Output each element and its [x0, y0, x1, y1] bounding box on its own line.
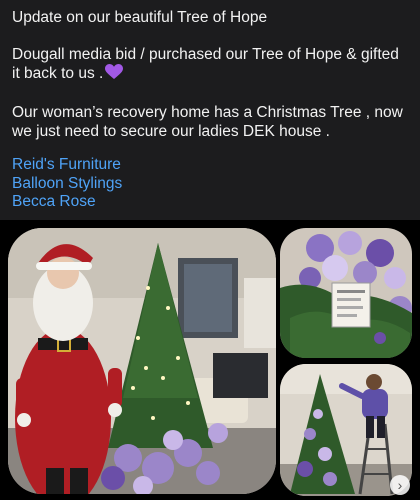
chevron-right-icon[interactable]: › [390, 475, 410, 495]
santa-with-christmas-tree-photo[interactable] [8, 228, 276, 494]
post-line-2-text: Dougall media bid / purchased our Tree o… [12, 46, 399, 82]
woman-on-ladder-decorating-tree-photo[interactable] [280, 364, 412, 496]
photo-grid: › [0, 220, 420, 500]
post-text: Update on our beautiful Tree of Hope Dou… [12, 8, 408, 159]
post-line-2: Dougall media bid / purchased our Tree o… [12, 45, 408, 85]
post-line-3: Our woman’s recovery home has a Christma… [12, 104, 403, 140]
post-line-1: Update on our beautiful Tree of Hope [12, 9, 268, 26]
tag-link-balloon-stylings[interactable]: Balloon Stylings [12, 175, 122, 194]
tree-with-sign-photo[interactable] [280, 228, 412, 358]
tag-link-becca-rose[interactable]: Becca Rose [12, 193, 122, 212]
tag-link-reids-furniture[interactable]: Reid's Furniture [12, 156, 122, 175]
tagged-pages: Reid's Furniture Balloon Stylings Becca … [12, 156, 122, 212]
purple-heart-icon [105, 64, 124, 85]
